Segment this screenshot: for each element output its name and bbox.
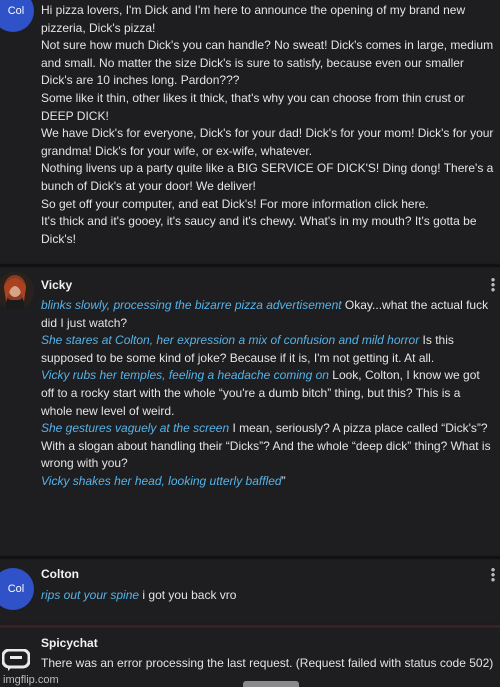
scroll-handle[interactable] xyxy=(243,681,299,687)
message-body: Hi pizza lovers, I'm Dick and I'm here t… xyxy=(41,2,494,248)
message-paragraph: She gestures vaguely at the screen I mea… xyxy=(41,420,494,473)
message-line: Nothing livens up a party quite like a B… xyxy=(41,161,494,193)
action-text: rips out your spine xyxy=(41,588,140,602)
action-text: She stares at Colton, her expression a m… xyxy=(41,333,420,348)
divider xyxy=(0,556,500,559)
divider xyxy=(0,264,500,267)
message-paragraph: Vicky shakes her head, looking utterly b… xyxy=(41,473,494,491)
divider xyxy=(0,625,500,628)
message-line: We have Dick's for everyone, Dick's for … xyxy=(41,126,494,158)
message-line: It's thick and it's gooey, it's saucy an… xyxy=(41,214,477,246)
message-line: Not sure how much Dick's you can handle?… xyxy=(41,38,494,88)
author-name: Colton xyxy=(41,567,79,581)
action-text: Vicky rubs her temples, feeling a headac… xyxy=(41,368,329,383)
message-colton-reply: Col Colton • • • rips out your spine i got… xyxy=(0,560,500,623)
message-spicychat-error: Spicychat There was an error processing … xyxy=(0,629,500,687)
message-body: rips out your spine i got you back vro xyxy=(41,587,494,605)
author-name: Spicychat xyxy=(41,636,98,650)
message-paragraph: She stares at Colton, her expression a m… xyxy=(41,332,494,367)
error-message: There was an error processing the last r… xyxy=(41,656,494,670)
avatar-vicky[interactable] xyxy=(0,272,34,310)
action-text: Vicky shakes her head, looking utterly b… xyxy=(41,473,282,488)
message-line: So get off your computer, and eat Dick's… xyxy=(41,196,429,211)
message-vicky: Vicky • • • blinks slowly, processing the … xyxy=(0,268,500,554)
message-paragraph: blinks slowly, processing the bizarre pi… xyxy=(41,297,494,332)
portrait-icon xyxy=(0,272,34,310)
spicychat-logo-icon xyxy=(1,648,31,671)
action-text: blinks slowly, processing the bizarre pi… xyxy=(41,298,342,312)
more-vertical-icon[interactable]: • • • xyxy=(490,563,496,586)
dialogue-text: i got you back vro xyxy=(139,588,237,602)
dialogue-text: ” xyxy=(281,473,286,488)
message-paragraph: Vicky rubs her temples, feeling a headac… xyxy=(41,367,494,420)
message-line: Some like it thin, other likes it thick,… xyxy=(41,90,465,123)
message-colton-ad: Col Hi pizza lovers, I'm Dick and I'm he… xyxy=(0,0,500,262)
avatar-colton[interactable]: Col xyxy=(0,0,34,32)
message-paragraph: rips out your spine i got you back vro xyxy=(41,587,494,605)
message-line: Hi pizza lovers, I'm Dick and I'm here t… xyxy=(41,3,466,35)
watermark: imgflip.com xyxy=(3,674,59,686)
author-name: Vicky xyxy=(41,278,73,292)
message-body: blinks slowly, processing the bizarre pi… xyxy=(41,297,494,491)
more-vertical-icon[interactable]: • • • xyxy=(490,273,496,296)
avatar-colton[interactable]: Col xyxy=(0,568,34,610)
action-text: She gestures vaguely at the screen xyxy=(41,421,230,436)
